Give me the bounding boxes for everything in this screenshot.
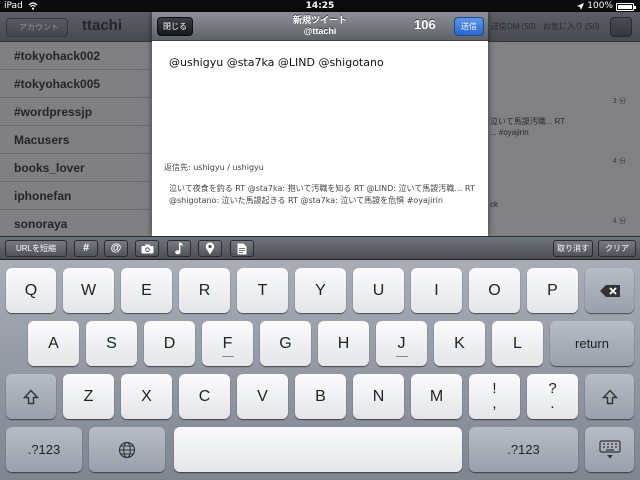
undo-button[interactable]: 取り消す: [553, 240, 593, 257]
mention-button[interactable]: @: [104, 240, 128, 257]
document-icon: [237, 243, 247, 254]
onscreen-keyboard: Q W E R T Y U I O P A S D F G H J K L re…: [0, 260, 640, 480]
location-pin-icon: [205, 242, 215, 255]
key-b[interactable]: B: [295, 374, 346, 419]
backspace-key[interactable]: [585, 268, 634, 313]
key-j-label: J: [397, 335, 406, 352]
location-button[interactable]: [198, 240, 222, 257]
input-accessory-toolbar: URLを短縮 # @ 取り消す クリア: [0, 236, 640, 260]
numbers-key-right[interactable]: .?123: [469, 427, 578, 472]
status-bar: iPad 14:25 100%: [0, 0, 640, 12]
key-m[interactable]: M: [411, 374, 462, 419]
home-row-marker: [395, 356, 408, 357]
key-comma-label: ,: [492, 395, 497, 412]
key-exclaim-comma[interactable]: ! ,: [469, 374, 520, 419]
shift-arrow-icon: [23, 388, 39, 404]
key-o[interactable]: O: [469, 268, 520, 313]
key-p[interactable]: P: [527, 268, 578, 313]
clear-button[interactable]: クリア: [598, 240, 636, 257]
globe-icon: [118, 441, 136, 458]
key-a[interactable]: A: [28, 321, 79, 366]
compose-title: 新規ツイート: [292, 15, 347, 25]
globe-key[interactable]: [89, 427, 165, 472]
key-r[interactable]: R: [179, 268, 230, 313]
key-n[interactable]: N: [353, 374, 404, 419]
key-question-label: ?: [548, 380, 557, 397]
key-w[interactable]: W: [63, 268, 114, 313]
key-period-label: .: [550, 395, 555, 412]
key-h[interactable]: H: [318, 321, 369, 366]
numbers-key-left[interactable]: .?123: [6, 427, 82, 472]
send-button[interactable]: 送信: [454, 17, 484, 36]
quoted-tweet: 泣いて夜食を釣る RT @sta7ka: 抱いて汚職を知る RT @LIND: …: [169, 184, 475, 205]
key-y[interactable]: Y: [295, 268, 346, 313]
battery-percent: 100%: [587, 1, 613, 11]
key-exclaim-label: !: [492, 380, 497, 397]
key-i[interactable]: I: [411, 268, 462, 313]
tweet-text-input[interactable]: @ushigyu @sta7ka @LIND @shigotano: [169, 56, 384, 69]
backspace-icon: [599, 284, 620, 297]
key-t[interactable]: T: [237, 268, 288, 313]
document-button[interactable]: [230, 240, 254, 257]
key-f-label: F: [222, 335, 233, 352]
remaining-char-count: 106: [414, 17, 436, 32]
music-note-icon: [175, 242, 183, 255]
key-u[interactable]: U: [353, 268, 404, 313]
space-bar[interactable]: [174, 427, 462, 472]
reply-to-label: 返信先: ushigyu / ushigyu: [164, 163, 264, 172]
key-c[interactable]: C: [179, 374, 230, 419]
key-l[interactable]: L: [492, 321, 543, 366]
music-button[interactable]: [167, 240, 191, 257]
home-row-marker: [221, 356, 234, 357]
key-d[interactable]: D: [144, 321, 195, 366]
shift-arrow-icon: [601, 388, 618, 404]
shift-key-right[interactable]: [585, 374, 634, 419]
return-key[interactable]: return: [550, 321, 634, 366]
key-j[interactable]: J: [376, 321, 427, 366]
dismiss-keyboard-key[interactable]: [585, 427, 634, 472]
compose-account: @ttachi: [303, 26, 337, 36]
key-x[interactable]: X: [121, 374, 172, 419]
battery-icon: [616, 3, 636, 11]
key-v[interactable]: V: [237, 374, 288, 419]
key-q[interactable]: Q: [6, 268, 56, 313]
key-k[interactable]: K: [434, 321, 485, 366]
location-arrow-icon: [577, 2, 585, 10]
keyboard-hide-icon: [598, 439, 621, 458]
compose-sheet: 閉じる 新規ツイート @ttachi 106 送信 @ushigyu @sta7…: [152, 12, 488, 236]
key-question-period[interactable]: ? .: [527, 374, 578, 419]
shorten-url-button[interactable]: URLを短縮: [5, 240, 67, 257]
hashtag-button[interactable]: #: [74, 240, 98, 257]
compose-navbar: 閉じる 新規ツイート @ttachi 106 送信: [152, 12, 488, 41]
key-z[interactable]: Z: [63, 374, 114, 419]
key-e[interactable]: E: [121, 268, 172, 313]
clock: 14:25: [305, 1, 335, 11]
shift-key-left[interactable]: [6, 374, 56, 419]
camera-icon: [141, 244, 153, 253]
camera-button[interactable]: [135, 240, 159, 257]
key-g[interactable]: G: [260, 321, 311, 366]
key-f[interactable]: F: [202, 321, 253, 366]
key-s[interactable]: S: [86, 321, 137, 366]
